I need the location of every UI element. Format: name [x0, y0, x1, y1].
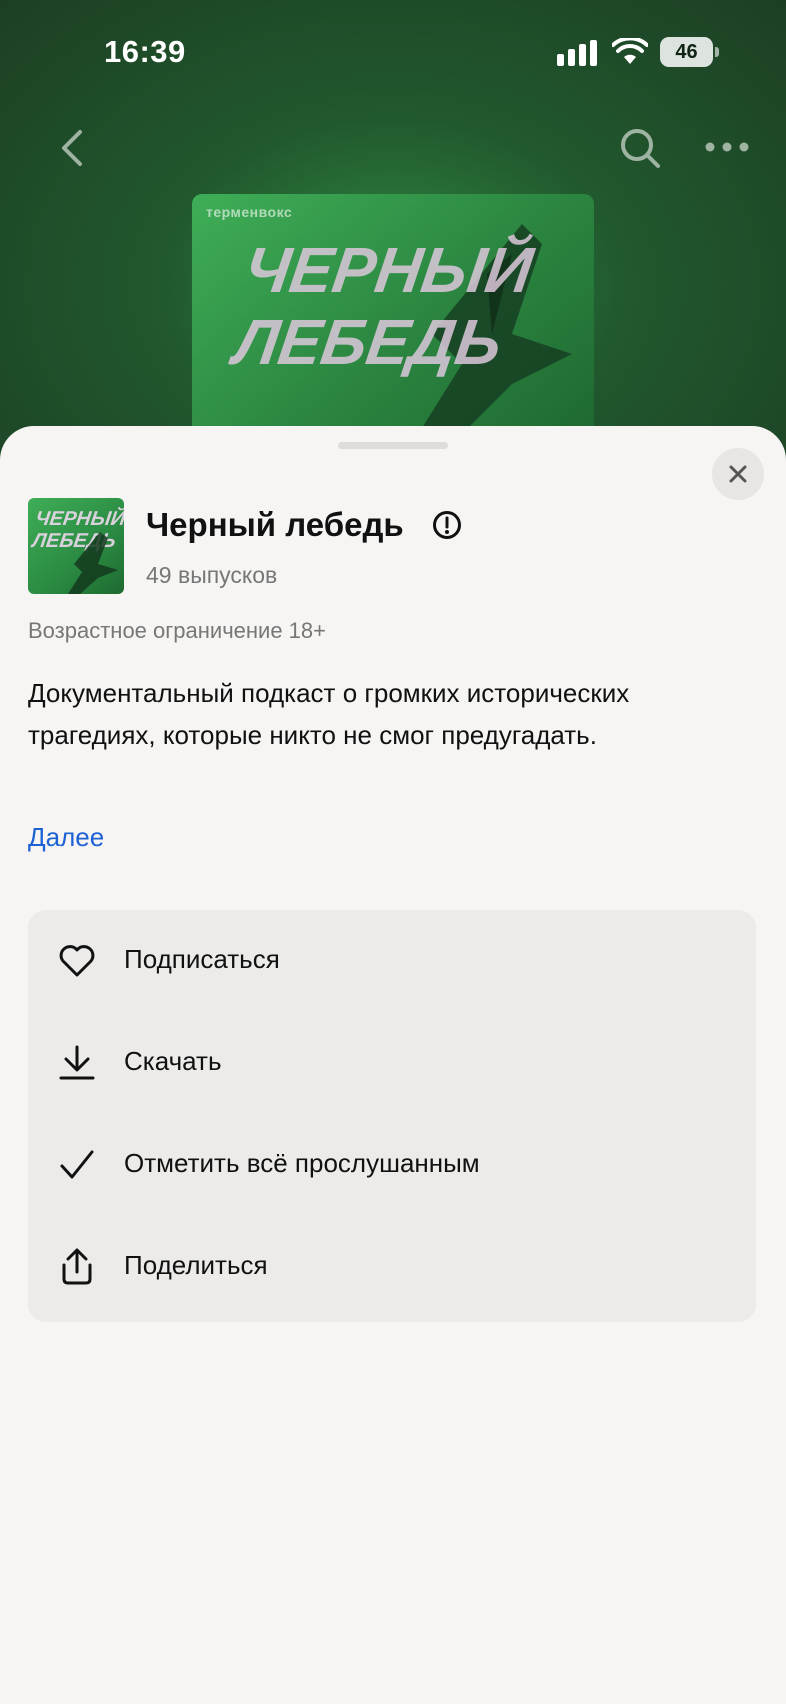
episodes-count: 49 выпусков: [146, 562, 278, 588]
heart-icon: [59, 945, 95, 977]
status-time: 16:39: [104, 34, 186, 69]
close-icon: [729, 465, 747, 483]
back-chevron-icon[interactable]: [52, 124, 92, 172]
header-background: 16:39 46 терменвокс ЧЕРНЫЙ ЛЕБЕДЬ: [0, 0, 786, 460]
bottom-sheet: ЧЕРНЫЙ ЛЕБЕДЬ Черный лебедь 49 выпусков …: [0, 426, 786, 1704]
sheet-grabber[interactable]: [338, 442, 448, 449]
menu-item-subscribe[interactable]: Подписаться: [28, 910, 756, 1012]
cover-title-line-2: ЛЕБЕДЬ: [229, 306, 507, 378]
status-bar: 16:39 46: [0, 0, 786, 100]
cover-title: ЧЕРНЫЙ ЛЕБЕДЬ: [230, 234, 570, 378]
cover-title-line-1: ЧЕРНЫЙ: [240, 234, 538, 306]
thumbnail-title-line-1: ЧЕРНЫЙ: [34, 508, 124, 530]
podcast-thumbnail: ЧЕРНЫЙ ЛЕБЕДЬ: [28, 498, 124, 594]
podcast-cover-art: терменвокс ЧЕРНЫЙ ЛЕБЕДЬ: [192, 194, 594, 444]
podcast-title: Черный лебедь: [146, 506, 404, 543]
cover-brand-label: терменвокс: [206, 204, 293, 220]
menu-item-label: Подписаться: [124, 944, 280, 974]
search-icon[interactable]: [618, 126, 662, 170]
menu-item-label: Отметить всё прослушанным: [124, 1148, 480, 1178]
check-icon: [60, 1150, 94, 1179]
podcast-description: Документальный подкаст о громких историч…: [28, 678, 630, 750]
menu-item-download[interactable]: Скачать: [28, 1012, 756, 1114]
swan-thumbnail-icon: [68, 532, 118, 594]
menu-item-mark-all-played[interactable]: Отметить всё прослушанным: [28, 1114, 756, 1216]
wifi-icon: [612, 38, 648, 64]
warning-icon: [433, 511, 461, 539]
age-restriction: Возрастное ограничение 18+: [28, 618, 326, 643]
battery-indicator: 46: [660, 37, 719, 67]
menu-item-share[interactable]: Поделиться: [28, 1216, 756, 1318]
more-options-icon[interactable]: [704, 136, 750, 158]
cellular-signal-icon: [557, 40, 597, 66]
close-button[interactable]: [712, 448, 764, 500]
menu-item-label: Скачать: [124, 1046, 222, 1076]
read-more-link[interactable]: Далее: [28, 822, 104, 853]
menu-item-label: Поделиться: [124, 1250, 268, 1280]
download-icon: [59, 1045, 95, 1080]
actions-menu: Подписаться Скачать Отметить всё прослуш…: [28, 910, 756, 1322]
share-icon: [62, 1248, 92, 1285]
